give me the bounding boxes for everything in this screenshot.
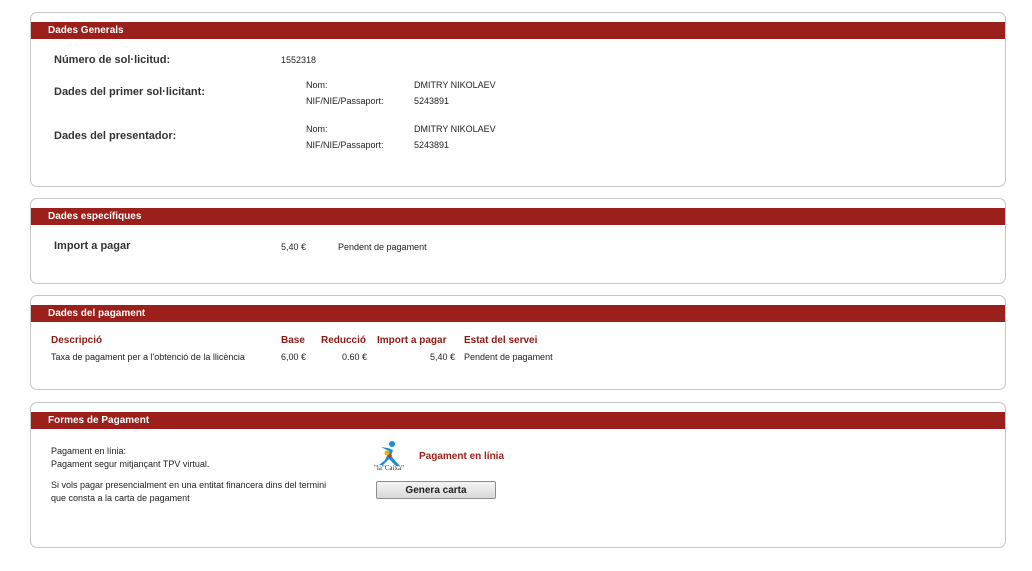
table-cell-service-status: Pendent de pagament xyxy=(464,352,553,362)
first-applicant-id: 5243891 xyxy=(414,96,450,106)
specific-data-header: Dades específiques xyxy=(31,208,1005,225)
column-header-description: Descripció xyxy=(51,335,103,346)
general-data-header: Dades Generals xyxy=(31,22,1005,39)
offline-payment-line1: Si vols pagar presencialment en una enti… xyxy=(51,480,327,490)
online-payment-label: Pagament en línia: xyxy=(51,446,127,456)
online-payment-link[interactable]: Pagament en línia xyxy=(419,451,504,462)
payment-methods-header: Formes de Pagament xyxy=(31,412,1005,429)
table-cell-base: 6,00 € xyxy=(281,352,307,362)
amount-label: Import a pagar xyxy=(54,240,131,252)
first-applicant-name-label: Nom: xyxy=(306,80,328,90)
table-cell-amount: 5,40 € xyxy=(429,352,455,362)
table-cell-reduction: 0.60 € xyxy=(341,352,367,362)
generate-letter-button[interactable]: Genera carta xyxy=(376,481,496,499)
la-caixa-logo[interactable]: "la"Caixa" xyxy=(374,439,406,473)
payment-data-header: Dades del pagament xyxy=(31,305,1005,322)
first-applicant-label: Dades del primer sol·licitant: xyxy=(54,86,205,98)
presenter-id: 5243891 xyxy=(414,140,450,150)
payment-data-panel: Dades del pagament Descripció Base Reduc… xyxy=(30,295,1006,390)
presenter-id-label: NIF/NIE/Passaport: xyxy=(306,140,384,150)
offline-payment-line2: que consta a la carta de pagament xyxy=(51,493,190,503)
request-number-label: Número de sol·licitud: xyxy=(54,54,171,66)
table-cell-description: Taxa de pagament per a l'obtenció de la … xyxy=(51,352,245,362)
presenter-name: DMITRY NIKOLAEV xyxy=(414,124,496,134)
la-caixa-logo-text: "la"Caixa" xyxy=(374,464,404,472)
column-header-base: Base xyxy=(281,335,305,346)
column-header-service-status: Estat del servei xyxy=(464,335,538,346)
request-number-value: 1552318 xyxy=(281,55,317,65)
column-header-amount: Import a pagar xyxy=(377,335,447,346)
amount-value: 5,40 € xyxy=(281,242,307,252)
general-data-panel: Dades Generals Número de sol·licitud: 15… xyxy=(30,12,1006,187)
presenter-label: Dades del presentador: xyxy=(54,130,177,142)
payment-methods-panel: Formes de Pagament Pagament en línia: Pa… xyxy=(30,402,1006,548)
payment-status: Pendent de pagament xyxy=(338,242,427,252)
first-applicant-name: DMITRY NIKOLAEV xyxy=(414,80,496,90)
column-header-reduction: Reducció xyxy=(321,335,367,346)
specific-data-panel: Dades específiques Import a pagar 5,40 €… xyxy=(30,198,1006,284)
first-applicant-id-label: NIF/NIE/Passaport: xyxy=(306,96,384,106)
presenter-name-label: Nom: xyxy=(306,124,328,134)
online-payment-description: Pagament segur mitjançant TPV virtual. xyxy=(51,459,210,469)
